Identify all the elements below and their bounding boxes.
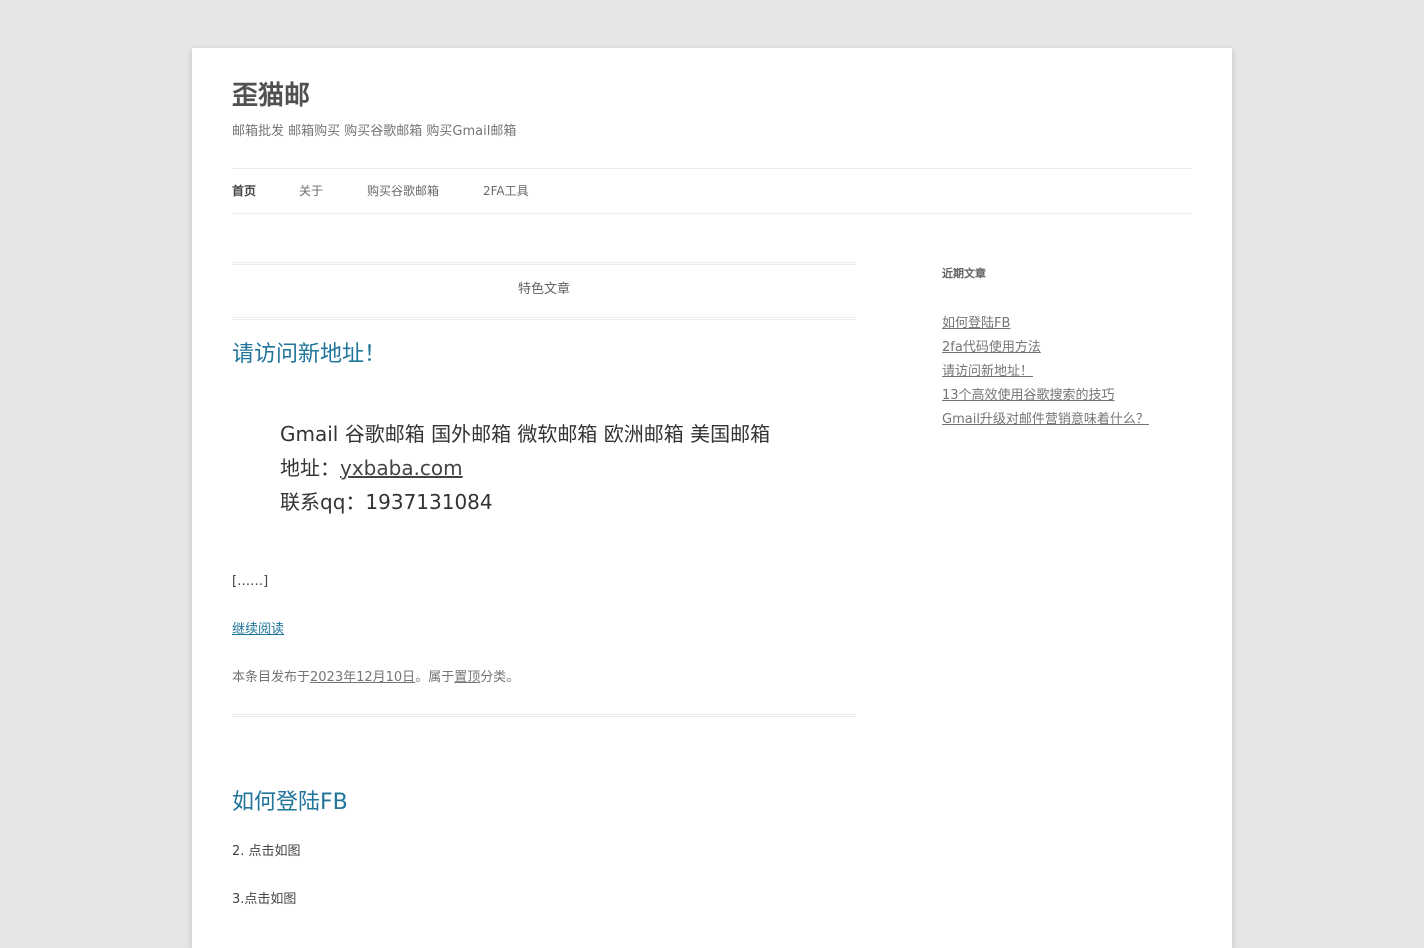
post-divider [232, 714, 856, 717]
list-item: Gmail升级对邮件营销意味着什么？ [942, 408, 1149, 432]
nav-item-2fa-tool[interactable]: 2FA工具 [483, 182, 529, 200]
read-more-wrapper: 继续阅读 [232, 620, 284, 640]
post-content-line-qq: 联系qq：1937131084 [280, 490, 493, 514]
list-item: 2fa代码使用方法 [942, 336, 1149, 360]
excerpt-ellipsis: [……] [232, 574, 269, 589]
meta-prefix: 本条目发布于 [232, 670, 311, 685]
read-more-link[interactable]: 继续阅读 [232, 622, 284, 637]
post-title-new-address[interactable]: 请访问新地址！ [232, 340, 386, 370]
post-content-block: Gmail 谷歌邮箱 国外邮箱 微软邮箱 欧洲邮箱 美国邮箱 地址：yxbaba… [280, 417, 770, 519]
nav-item-about[interactable]: 关于 [299, 182, 323, 200]
address-label: 地址： [280, 456, 340, 480]
post-content-line-services: Gmail 谷歌邮箱 国外邮箱 微软邮箱 欧洲邮箱 美国邮箱 [280, 422, 771, 446]
nav-item-home[interactable]: 首页 [232, 182, 256, 200]
featured-posts-banner: 特色文章 [232, 262, 856, 320]
post-content-line-address: 地址：yxbaba.com [280, 451, 770, 485]
list-item: 请访问新地址！ [942, 360, 1149, 384]
site-description: 邮箱批发 邮箱购买 购买谷歌邮箱 购买Gmail邮箱 [232, 124, 517, 139]
recent-post-link[interactable]: Gmail升级对邮件营销意味着什么？ [942, 412, 1149, 427]
page-container: 歪猫邮 邮箱批发 邮箱购买 购买谷歌邮箱 购买Gmail邮箱 首页 关于 购买谷… [192, 48, 1232, 948]
list-item: 13个高效使用谷歌搜索的技巧 [942, 384, 1149, 408]
recent-post-link[interactable]: 如何登陆FB [942, 316, 1010, 331]
post-title-fb-login[interactable]: 如何登陆FB [232, 788, 348, 818]
main-navigation: 首页 关于 购买谷歌邮箱 2FA工具 [232, 168, 1192, 214]
recent-posts-widget-title: 近期文章 [942, 267, 986, 280]
post-paragraph: 3.点击如图 [232, 892, 297, 907]
list-item: 如何登陆FB [942, 312, 1149, 336]
meta-category-link[interactable]: 置顶 [454, 670, 480, 685]
recent-post-link[interactable]: 请访问新地址！ [942, 364, 1033, 379]
address-link[interactable]: yxbaba.com [340, 456, 463, 480]
meta-suffix: 分类。 [480, 670, 520, 685]
recent-posts-list: 如何登陆FB 2fa代码使用方法 请访问新地址！ 13个高效使用谷歌搜索的技巧 … [942, 312, 1149, 432]
site-title[interactable]: 歪猫邮 [232, 78, 310, 114]
meta-date-link[interactable]: 2023年12月10日 [310, 670, 415, 685]
recent-post-link[interactable]: 13个高效使用谷歌搜索的技巧 [942, 388, 1115, 403]
meta-middle: 。属于 [415, 670, 455, 685]
post-meta: 本条目发布于2023年12月10日。属于置顶分类。 [232, 668, 519, 688]
recent-post-link[interactable]: 2fa代码使用方法 [942, 340, 1041, 355]
post-paragraph: 2. 点击如图 [232, 844, 301, 859]
nav-item-buy-gmail[interactable]: 购买谷歌邮箱 [367, 182, 439, 200]
